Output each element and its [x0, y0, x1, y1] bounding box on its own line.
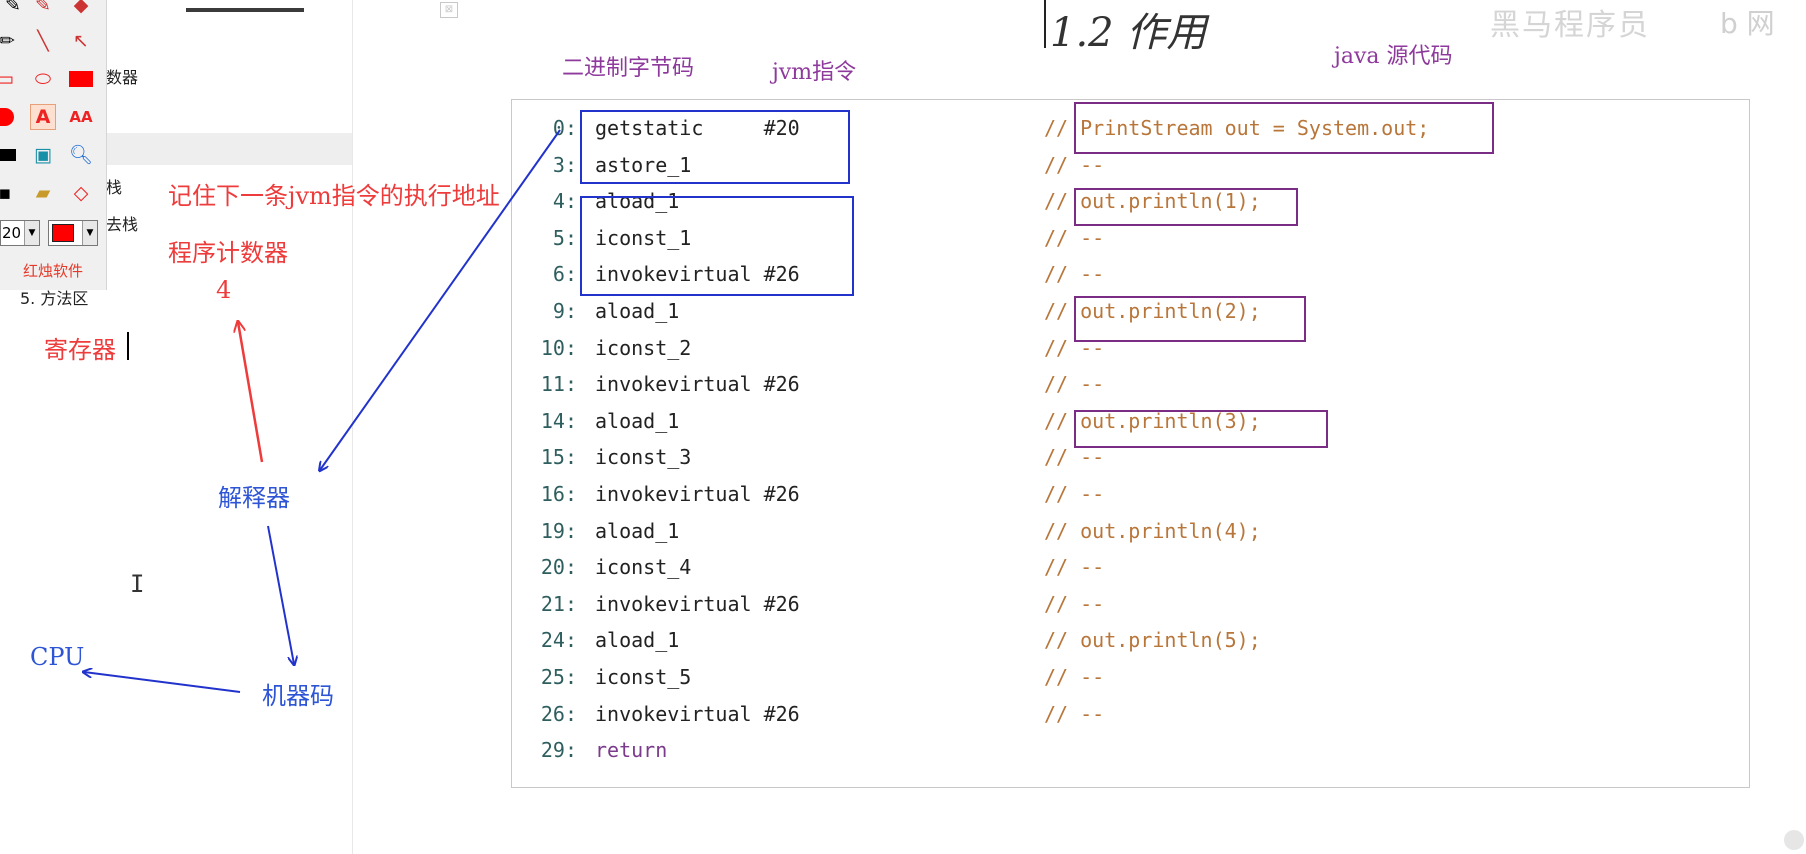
- scroll-handle[interactable]: [1784, 830, 1804, 850]
- arrow-interpreter-to-pc: [238, 322, 264, 463]
- arrow-interpreter-to-machine-code: [267, 525, 294, 664]
- arrow-bytecode-to-interpreter: [320, 129, 561, 470]
- arrow-machine-code-to-cpu: [84, 672, 241, 693]
- annotation-arrows: [0, 129, 561, 693]
